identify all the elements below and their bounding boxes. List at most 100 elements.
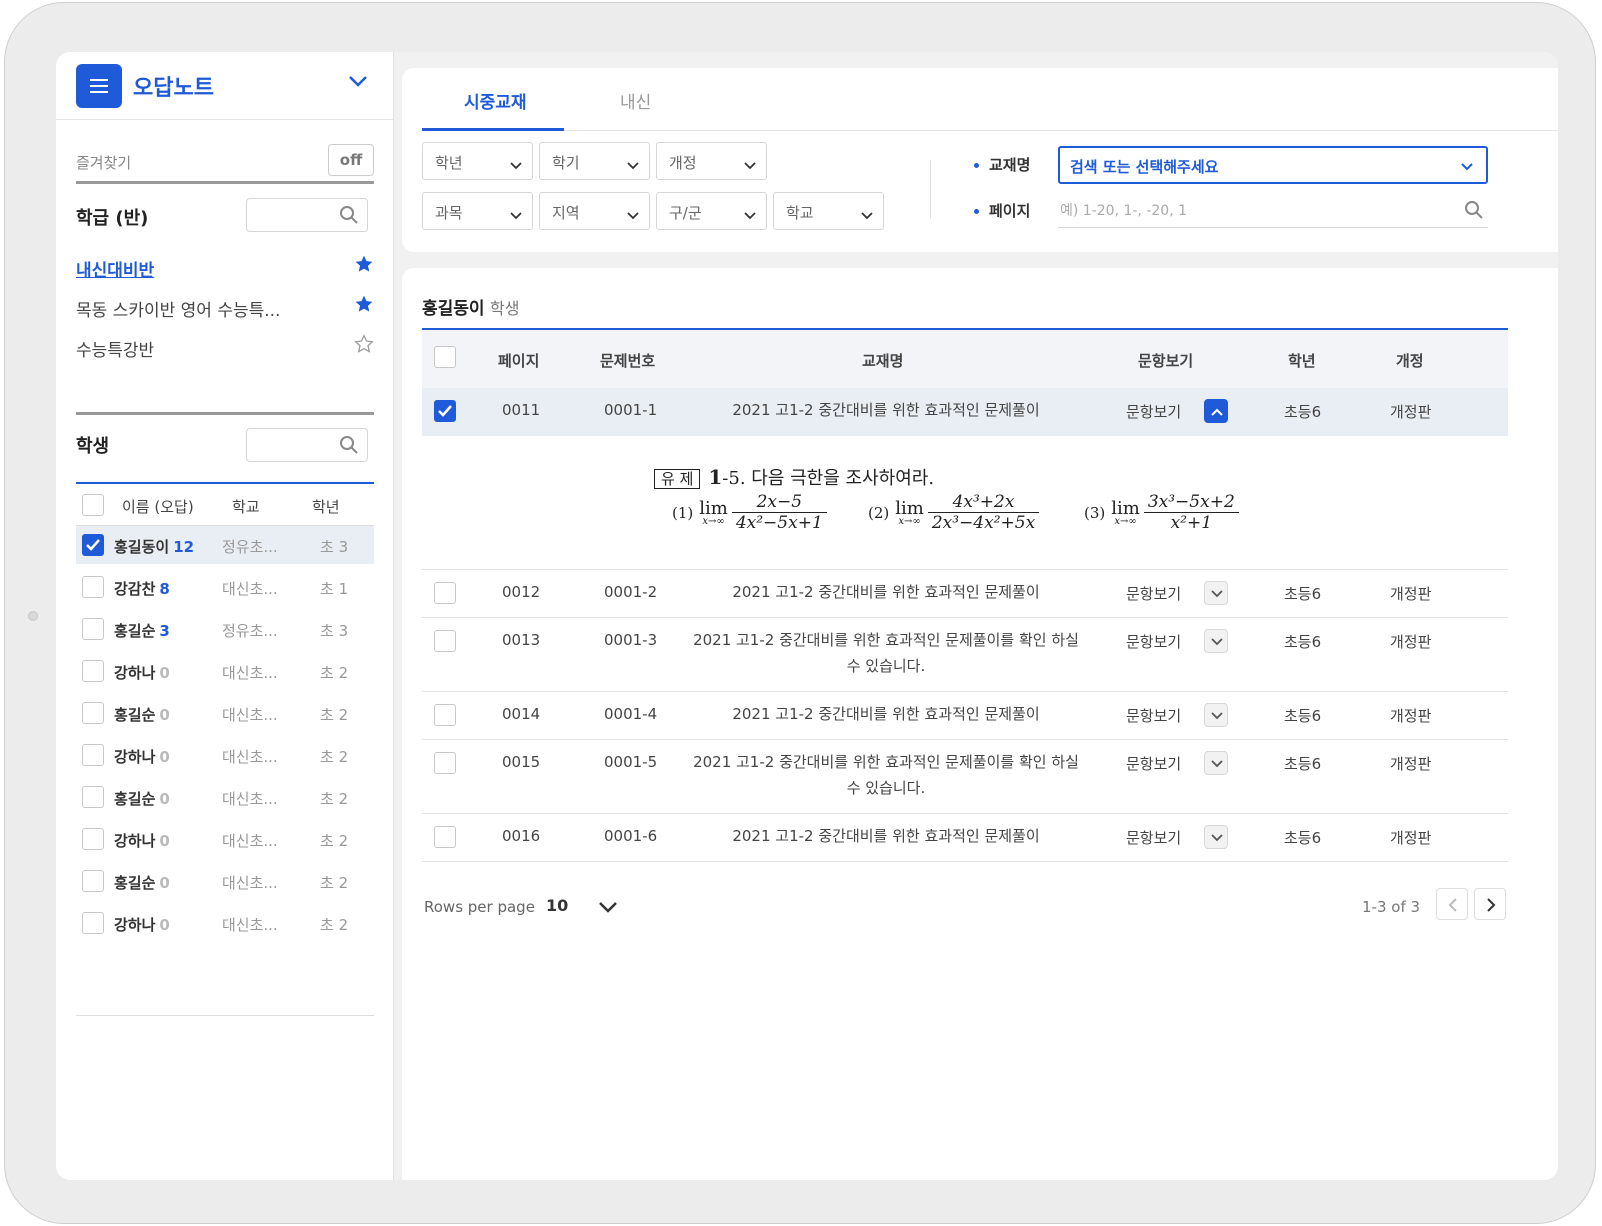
row-checkbox[interactable] [434, 752, 456, 774]
student-row[interactable]: 강하나 0 대신초... 초 2 [76, 736, 374, 774]
table-row[interactable]: 0015 0001-5 2021 고1-2 중간대비를 위한 효과적인 문제풀이를 … [422, 740, 1508, 814]
student-checkbox[interactable] [82, 786, 104, 808]
student-name: 홍길동이 12 [114, 538, 195, 556]
star-icon[interactable] [354, 254, 374, 279]
toggle-preview-button[interactable] [1204, 629, 1228, 653]
student-name: 강하나 0 [114, 664, 170, 682]
select-all-checkbox[interactable] [434, 346, 456, 368]
region-select[interactable]: 지역 [539, 192, 650, 230]
select-all-students-checkbox[interactable] [82, 494, 104, 516]
row-checkbox[interactable] [434, 826, 456, 848]
menu-button[interactable] [76, 64, 122, 108]
chevron-down-icon [627, 206, 639, 224]
student-row[interactable]: 강하나 0 대신초... 초 2 [76, 820, 374, 858]
page-label: 페이지 [974, 200, 1030, 221]
class-item[interactable]: 목동 스카이반 영어 수능특... [76, 292, 374, 322]
table-row[interactable]: 0011 0001-1 2021 고1-2 중간대비를 위한 효과적인 문제풀이 문항… [422, 388, 1508, 436]
next-page-button[interactable] [1474, 888, 1506, 920]
tab-divider [422, 130, 1558, 131]
toggle-preview-button[interactable] [1204, 581, 1228, 605]
student-checkbox[interactable] [82, 576, 104, 598]
star-icon[interactable] [354, 334, 374, 359]
rows-per-page-value[interactable]: 10 [546, 896, 568, 915]
toggle-preview-button[interactable] [1204, 703, 1228, 727]
student-checkbox[interactable] [82, 618, 104, 640]
school-select[interactable]: 학교 [773, 192, 884, 230]
district-select[interactable]: 구/군 [656, 192, 767, 230]
tablet-frame: 오답노트 즐겨찾기 off 학급 (반) 내신대비반 목동 스카이반 영어 수능특… [4, 2, 1596, 1224]
filter-card: 시중교재 내신 학년 학기 개정 과목 지역 구/군 학교 교재명 검색 또는 선택해주세요… [402, 68, 1558, 252]
chevron-down-icon[interactable] [348, 74, 368, 88]
star-icon[interactable] [354, 294, 374, 319]
chevron-down-icon [1211, 590, 1223, 598]
student-row[interactable]: 강하나 0 대신초... 초 2 [76, 652, 374, 690]
student-row[interactable]: 홍길순 0 대신초... 초 2 [76, 862, 374, 900]
student-name: 강하나 0 [114, 748, 170, 766]
student-school: 대신초... [222, 580, 278, 598]
chevron-down-icon [1211, 834, 1223, 842]
student-row[interactable]: 홍길동이 12 정유초... 초 3 [76, 526, 374, 564]
subject-select[interactable]: 과목 [422, 192, 533, 230]
table-row[interactable]: 0016 0001-6 2021 고1-2 중간대비를 위한 효과적인 문제풀이 문항… [422, 814, 1508, 862]
student-row[interactable]: 홍길순 0 대신초... 초 2 [76, 694, 374, 732]
table-row[interactable]: 0012 0001-2 2021 고1-2 중간대비를 위한 효과적인 문제풀이 문항… [422, 570, 1508, 618]
chevron-down-icon [627, 156, 639, 174]
student-checkbox[interactable] [82, 870, 104, 892]
wrong-count: 0 [159, 748, 170, 766]
student-checkbox[interactable] [82, 534, 104, 556]
row-checkbox[interactable] [434, 704, 456, 726]
revision-select[interactable]: 개정 [656, 142, 767, 180]
student-checkbox[interactable] [82, 702, 104, 724]
favorites-toggle[interactable]: off [328, 144, 374, 176]
class-search-input[interactable] [246, 198, 368, 232]
toggle-preview-button[interactable] [1204, 751, 1228, 775]
student-checkbox[interactable] [82, 660, 104, 682]
cell-grade: 초등6 [1284, 707, 1322, 725]
search-icon[interactable] [1464, 200, 1484, 220]
tab-market-book[interactable]: 시중교재 [464, 88, 527, 113]
student-row[interactable]: 강감찬 8 대신초... 초 1 [76, 568, 374, 606]
chevron-left-icon [1448, 898, 1457, 912]
student-checkbox[interactable] [82, 828, 104, 850]
select-value: 지역 [552, 204, 580, 222]
grade-select[interactable]: 학년 [422, 142, 533, 180]
student-school: 대신초... [222, 832, 278, 850]
book-select[interactable]: 검색 또는 선택해주세요 [1058, 146, 1488, 184]
limit-expression: (3) lim x→∞ 3x³−5x+2 x²+1 [1084, 492, 1239, 533]
toggle-preview-button[interactable] [1204, 399, 1228, 423]
chevron-down-icon[interactable] [598, 900, 618, 914]
select-value: 학년 [435, 154, 463, 172]
row-checkbox[interactable] [434, 400, 456, 422]
student-checkbox[interactable] [82, 744, 104, 766]
class-item[interactable]: 내신대비반 [76, 252, 374, 282]
row-checkbox[interactable] [434, 582, 456, 604]
student-name: 홍길동이 [422, 299, 485, 319]
chevron-down-icon [1461, 163, 1473, 171]
table-row[interactable]: 0013 0001-3 2021 고1-2 중간대비를 위한 효과적인 문제풀이를 … [422, 618, 1508, 692]
search-icon [340, 436, 358, 454]
semester-select[interactable]: 학기 [539, 142, 650, 180]
problem-tag: 유 제 [654, 469, 701, 489]
page-input[interactable] [1058, 194, 1488, 228]
cell-revision: 개정판 [1390, 755, 1432, 773]
student-row[interactable]: 강하나 0 대신초... 초 2 [76, 904, 374, 942]
row-checkbox[interactable] [434, 630, 456, 652]
hamburger-icon [90, 79, 108, 81]
student-search-input[interactable] [246, 428, 368, 462]
cell-page: 0015 [502, 753, 541, 771]
student-grade: 초 2 [320, 874, 349, 892]
prev-page-button[interactable] [1436, 888, 1468, 920]
cell-grade: 초등6 [1284, 403, 1322, 421]
tab-school-exam[interactable]: 내신 [620, 88, 651, 113]
class-item[interactable]: 수능특강반 [76, 332, 374, 362]
wrong-count: 8 [159, 580, 170, 598]
student-row[interactable]: 홍길순 3 정유초... 초 3 [76, 610, 374, 648]
student-grade: 초 2 [320, 790, 349, 808]
cell-grade: 초등6 [1284, 633, 1322, 651]
student-checkbox[interactable] [82, 912, 104, 934]
table-row[interactable]: 0014 0001-4 2021 고1-2 중간대비를 위한 효과적인 문제풀이 문항… [422, 692, 1508, 740]
toggle-preview-button[interactable] [1204, 825, 1228, 849]
cell-revision: 개정판 [1390, 585, 1432, 603]
student-row[interactable]: 홍길순 0 대신초... 초 2 [76, 778, 374, 816]
cell-revision: 개정판 [1390, 707, 1432, 725]
